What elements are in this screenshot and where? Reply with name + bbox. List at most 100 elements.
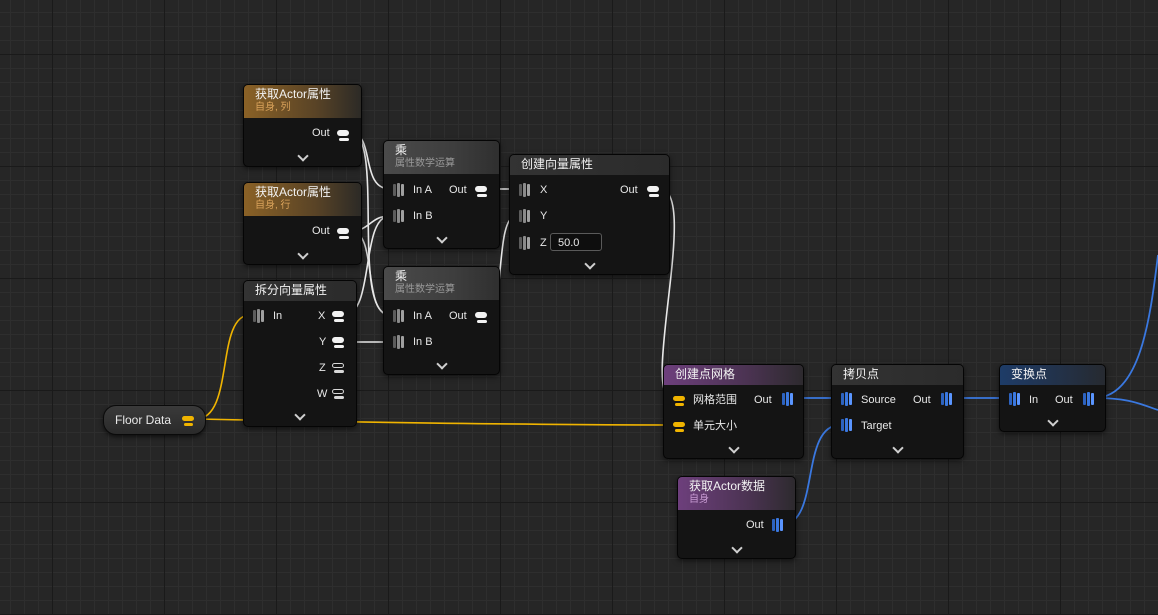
grid-extents-pin[interactable] xyxy=(673,396,685,406)
multiply-node-1[interactable]: 乘 属性数学运算 In A Out In B xyxy=(383,140,500,249)
cell-size-label: 单元大小 xyxy=(693,420,737,432)
node-header[interactable]: 获取Actor数据 自身 xyxy=(678,477,795,510)
make-vector-node[interactable]: 创建向量属性 X Out Y Z 50.0 xyxy=(509,154,670,275)
floor-data-label: Floor Data xyxy=(115,413,172,427)
out-label: Out xyxy=(1055,394,1073,406)
expand-chevron-icon[interactable] xyxy=(1046,415,1059,427)
x-label: X xyxy=(540,184,548,196)
in-a-label: In A xyxy=(413,310,432,322)
get-actor-attribute-node-row[interactable]: 获取Actor属性 自身, 行 Out xyxy=(243,182,362,265)
expand-chevron-icon[interactable] xyxy=(727,442,740,454)
connection-wires xyxy=(195,132,1158,525)
node-title: 乘 xyxy=(395,143,408,157)
out-label: Out xyxy=(746,519,764,531)
out-label: Out xyxy=(913,394,931,406)
z-in-pin[interactable] xyxy=(519,236,530,250)
z-label: Z xyxy=(540,237,547,249)
grid-extents-label: 网格范围 xyxy=(693,394,737,406)
expand-chevron-icon[interactable] xyxy=(435,358,448,370)
source-pin[interactable] xyxy=(841,392,852,406)
source-label: Source xyxy=(861,394,896,406)
out-pin[interactable] xyxy=(772,518,783,532)
node-header[interactable]: 拆分向量属性 xyxy=(244,281,356,301)
z-out-pin[interactable] xyxy=(332,363,344,373)
node-subtitle: 属性数学运算 xyxy=(395,158,455,169)
break-vector-node[interactable]: 拆分向量属性 In X Y Z W xyxy=(243,280,357,427)
node-title: 拷贝点 xyxy=(843,367,880,381)
cell-size-pin[interactable] xyxy=(673,422,685,432)
y-in-pin[interactable] xyxy=(519,209,530,223)
x-out-pin[interactable] xyxy=(332,311,344,322)
expand-chevron-icon[interactable] xyxy=(435,232,448,244)
node-header[interactable]: 获取Actor属性 自身, 列 xyxy=(244,85,361,118)
wire-floor-to-break xyxy=(195,314,251,420)
out-label: Out xyxy=(620,184,638,196)
in-a-pin[interactable] xyxy=(393,183,404,197)
node-title: 乘 xyxy=(395,269,408,283)
out-pin[interactable] xyxy=(475,312,487,323)
node-title: 拆分向量属性 xyxy=(255,283,328,297)
node-subtitle: 属性数学运算 xyxy=(395,284,455,295)
x-label: X xyxy=(318,310,326,322)
in-b-label: In B xyxy=(413,210,433,222)
out-pin[interactable] xyxy=(941,392,952,406)
expand-chevron-icon[interactable] xyxy=(296,248,309,260)
expand-chevron-icon[interactable] xyxy=(294,409,306,421)
w-label: W xyxy=(317,388,328,400)
node-header[interactable]: 变换点 xyxy=(1000,365,1105,385)
node-title: 创建向量属性 xyxy=(521,157,594,171)
x-in-pin[interactable] xyxy=(519,183,530,197)
get-actor-attribute-node-col[interactable]: 获取Actor属性 自身, 列 Out xyxy=(243,84,362,167)
in-a-pin[interactable] xyxy=(393,309,404,323)
in-b-pin[interactable] xyxy=(393,209,404,223)
node-subtitle: 自身 xyxy=(689,494,709,505)
in-label: In xyxy=(273,310,283,322)
node-title: 获取Actor属性 xyxy=(255,185,332,199)
copy-points-node[interactable]: 拷贝点 Source Out Target xyxy=(831,364,964,459)
out-label: Out xyxy=(312,225,330,237)
node-header[interactable]: 乘 属性数学运算 xyxy=(384,141,499,174)
node-header[interactable]: 获取Actor属性 自身, 行 xyxy=(244,183,361,216)
target-label: Target xyxy=(861,420,892,432)
y-label: Y xyxy=(540,210,548,222)
node-title: 创建点网格 xyxy=(675,367,736,381)
node-subtitle: 自身, 行 xyxy=(255,200,291,211)
expand-chevron-icon[interactable] xyxy=(296,150,309,162)
in-pin[interactable] xyxy=(253,309,264,323)
out-label: Out xyxy=(312,127,330,139)
get-actor-data-node[interactable]: 获取Actor数据 自身 Out xyxy=(677,476,796,559)
target-pin[interactable] xyxy=(841,418,852,432)
in-label: In xyxy=(1029,394,1039,406)
out-pin[interactable] xyxy=(1083,392,1094,406)
in-b-label: In B xyxy=(413,336,433,348)
node-header[interactable]: 创建点网格 xyxy=(664,365,803,385)
out-pin[interactable] xyxy=(337,228,349,239)
multiply-node-2[interactable]: 乘 属性数学运算 In A Out In B xyxy=(383,266,500,375)
in-b-pin[interactable] xyxy=(393,335,404,349)
z-value-input[interactable]: 50.0 xyxy=(550,233,602,251)
z-label: Z xyxy=(319,362,326,374)
out-pin[interactable] xyxy=(647,186,659,197)
out-label: Out xyxy=(754,394,772,406)
out-pin[interactable] xyxy=(782,392,793,406)
node-header[interactable]: 拷贝点 xyxy=(832,365,963,385)
out-pin[interactable] xyxy=(475,186,487,197)
in-pin[interactable] xyxy=(1009,392,1020,406)
create-point-grid-node[interactable]: 创建点网格 网格范围 Out 单元大小 xyxy=(663,364,804,459)
floor-data-node[interactable]: Floor Data xyxy=(103,405,206,435)
node-header[interactable]: 创建向量属性 xyxy=(510,155,669,175)
node-title: 获取Actor数据 xyxy=(689,479,766,493)
node-subtitle: 自身, 列 xyxy=(255,102,291,113)
expand-chevron-icon[interactable] xyxy=(891,442,904,454)
w-out-pin[interactable] xyxy=(332,389,344,399)
out-pin[interactable] xyxy=(337,130,349,141)
transform-points-node[interactable]: 变换点 In Out xyxy=(999,364,1106,432)
expand-chevron-icon[interactable] xyxy=(730,542,743,554)
floor-data-out-pin[interactable] xyxy=(182,416,194,426)
y-out-pin[interactable] xyxy=(332,337,344,348)
out-label: Out xyxy=(449,310,467,322)
expand-chevron-icon[interactable] xyxy=(583,258,596,270)
node-header[interactable]: 乘 属性数学运算 xyxy=(384,267,499,300)
node-title: 变换点 xyxy=(1011,367,1048,381)
node-title: 获取Actor属性 xyxy=(255,87,332,101)
